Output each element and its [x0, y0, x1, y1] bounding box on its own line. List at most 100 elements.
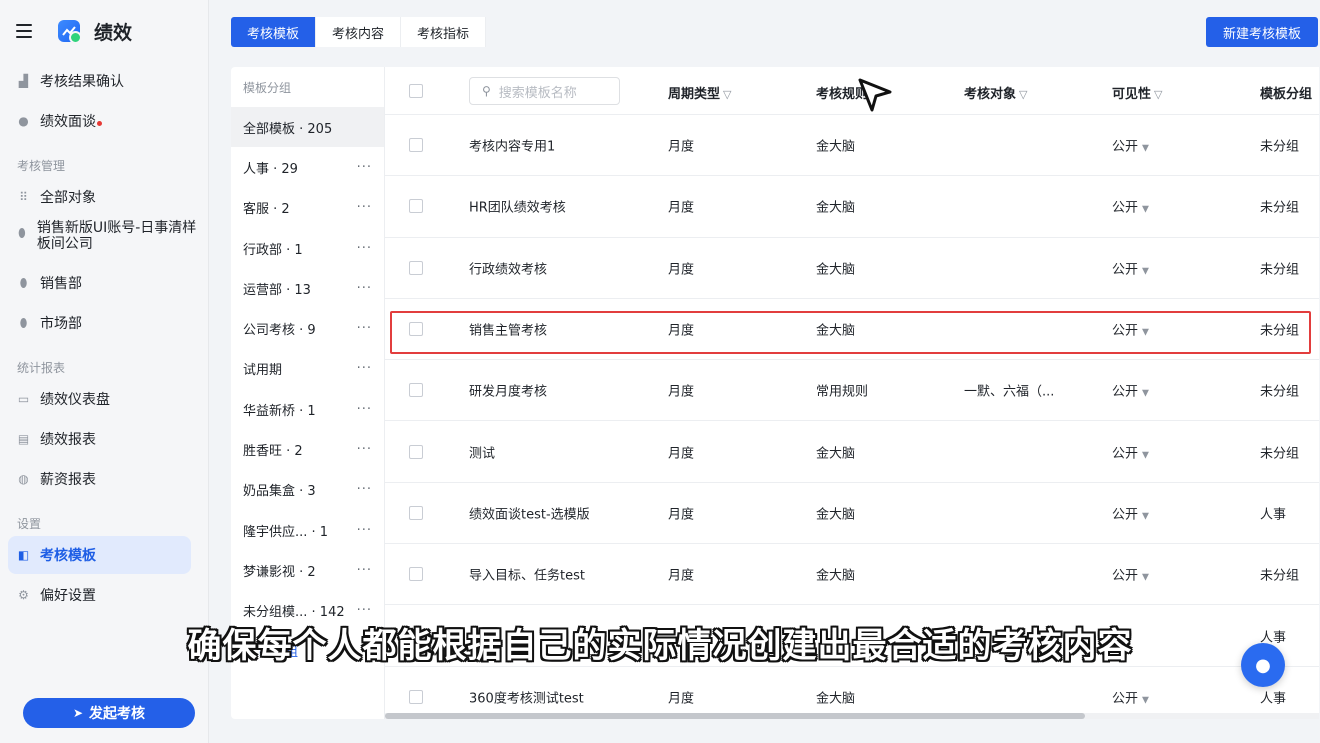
sidebar-item-label: 全部对象: [40, 190, 96, 206]
cell-visibility-text: 公开: [1112, 507, 1139, 523]
sidebar-item[interactable]: ◧ 考核模板: [8, 536, 191, 574]
group-item[interactable]: 华益新桥 · 1 ···: [231, 389, 384, 429]
select-all-checkbox[interactable]: [409, 84, 423, 98]
more-icon[interactable]: ···: [357, 361, 372, 376]
cell-group-text: 人事: [1260, 507, 1287, 523]
group-item[interactable]: 梦谦影视 · 2 ···: [231, 550, 384, 590]
sidebar-item-label: 销售部: [40, 276, 82, 292]
row-checkbox[interactable]: [409, 138, 423, 153]
group-item[interactable]: 行政部 · 1 ···: [231, 228, 384, 268]
cell-period-text: 月度: [668, 507, 695, 523]
group-item-label: 试用期: [243, 363, 283, 379]
more-icon[interactable]: ···: [357, 281, 372, 296]
tab-content[interactable]: 考核内容: [316, 17, 402, 47]
sidebar-item[interactable]: ▤ 绩效报表: [0, 420, 200, 458]
sidebar-item[interactable]: ▭ 绩效仪表盘: [0, 380, 200, 418]
more-icon[interactable]: ···: [357, 482, 372, 497]
sidebar-item-label: 绩效报表: [40, 432, 96, 448]
table-row[interactable]: 导入目标、任务test 月度 金大脑 公开 ▼ 未分组: [385, 544, 1319, 606]
assistant-fab[interactable]: ●: [1241, 643, 1285, 687]
table-row[interactable]: 测试 月度 金大脑 公开 ▼ 未分组: [385, 422, 1319, 483]
report-icon: ▤: [17, 432, 30, 446]
cell-visibility[interactable]: 公开 ▼: [1112, 136, 1149, 155]
group-item[interactable]: 公司考核 · 9 ···: [231, 308, 384, 348]
sidebar-item[interactable]: ⬮ 销售新版UI账号-日事清样板间公司: [0, 218, 200, 262]
sidebar-item[interactable]: ⚙ 偏好设置: [0, 576, 200, 614]
sidebar-item[interactable]: ⬮ 销售部: [0, 264, 200, 302]
more-icon[interactable]: ···: [357, 200, 372, 215]
cell-visibility[interactable]: 公开 ▼: [1112, 442, 1149, 461]
more-icon[interactable]: ···: [357, 563, 372, 578]
cell-period-text: 月度: [668, 446, 695, 462]
cell-visibility[interactable]: 公开 ▼: [1112, 565, 1149, 584]
column-visibility[interactable]: 可见性 ▽: [1112, 83, 1162, 102]
group-item[interactable]: 隆宇供应... · 1 ···: [231, 510, 384, 550]
sidebar-item[interactable]: ⠿ 全部对象: [0, 178, 200, 216]
cell-visibility[interactable]: 公开 ▼: [1112, 503, 1149, 522]
app-title: 绩效: [94, 21, 133, 44]
cell-group-text: 未分组: [1260, 200, 1300, 216]
more-icon[interactable]: ···: [357, 241, 372, 256]
cell-rule: 金大脑: [816, 258, 855, 277]
column-period[interactable]: 周期类型 ▽: [668, 83, 731, 102]
more-icon[interactable]: ···: [357, 402, 372, 417]
row-checkbox[interactable]: [409, 199, 423, 214]
more-icon[interactable]: ···: [357, 442, 372, 457]
table-row[interactable]: 绩效面谈test-选模版 月度 金大脑 公开 ▼ 人事: [385, 483, 1319, 545]
cell-period-text: 月度: [668, 384, 695, 400]
row-checkbox[interactable]: [409, 505, 423, 520]
cell-period: 月度: [668, 503, 694, 522]
sidebar-item[interactable]: ▟ 考核结果确认: [0, 62, 200, 100]
cell-name: 研发月度考核: [469, 381, 547, 400]
new-template-button[interactable]: 新建考核模板: [1206, 17, 1318, 47]
sidebar-item[interactable]: ● 绩效面谈: [0, 102, 200, 140]
cell-rule: 金大脑: [816, 503, 855, 522]
cell-visibility[interactable]: 公开 ▼: [1112, 687, 1149, 706]
column-target[interactable]: 考核对象 ▽: [964, 83, 1027, 102]
sidebar-item[interactable]: ⬮ 市场部: [0, 304, 200, 342]
sidebar-section-label: 设置: [17, 516, 42, 531]
row-checkbox[interactable]: [409, 260, 423, 275]
more-icon[interactable]: ···: [357, 603, 372, 618]
group-item[interactable]: 客服 · 2 ···: [231, 188, 384, 228]
scrollbar-thumb[interactable]: [385, 713, 1085, 719]
cell-rule: 常用规则: [816, 381, 868, 400]
cell-visibility[interactable]: 公开 ▼: [1112, 258, 1149, 277]
group-item[interactable]: 奶品集盒 · 3 ···: [231, 470, 384, 510]
column-group[interactable]: 模板分组: [1260, 83, 1312, 102]
table-row[interactable]: 360度考核测试test 月度 金大脑 公开 ▼ 人事: [385, 667, 1319, 719]
table-row[interactable]: 研发月度考核 月度 常用规则 一默、六福（... 公开 ▼ 未分组: [385, 360, 1319, 422]
cell-visibility[interactable]: 公开 ▼: [1112, 381, 1149, 400]
filter-icon[interactable]: ▽: [1154, 88, 1162, 101]
filter-icon[interactable]: ▽: [723, 88, 731, 101]
table-row[interactable]: HR团队绩效考核 月度 金大脑 公开 ▼ 未分组: [385, 176, 1319, 238]
menu-icon[interactable]: [16, 24, 32, 38]
group-item[interactable]: 试用期 ···: [231, 349, 384, 389]
search-input[interactable]: ⚲ 搜索模板名称: [469, 77, 620, 105]
cursor-icon: [858, 78, 894, 118]
shield-icon: ⬮: [18, 225, 26, 240]
group-item[interactable]: 全部模板 · 205: [231, 107, 384, 148]
group-item[interactable]: 胜香旺 · 2 ···: [231, 429, 384, 469]
sidebar-item[interactable]: ◍ 薪资报表: [0, 460, 200, 498]
filter-icon[interactable]: ▽: [1019, 88, 1027, 101]
horizontal-scrollbar[interactable]: [385, 713, 1319, 719]
row-checkbox[interactable]: [409, 383, 423, 398]
launch-review-button[interactable]: ➤ 发起考核: [23, 698, 195, 728]
more-icon[interactable]: ···: [357, 523, 372, 538]
group-item-label: 隆宇供应... · 1: [243, 524, 329, 540]
cell-name-text: 导入目标、任务test: [469, 568, 585, 584]
row-checkbox[interactable]: [409, 567, 423, 582]
more-icon[interactable]: ···: [357, 160, 372, 175]
cell-visibility[interactable]: 公开 ▼: [1112, 197, 1149, 216]
tab-indicators[interactable]: 考核指标: [401, 17, 487, 47]
tab-templates[interactable]: 考核模板: [231, 17, 317, 47]
row-checkbox[interactable]: [409, 689, 423, 704]
cell-name: 行政绩效考核: [469, 258, 547, 277]
table-row[interactable]: 考核内容专用1 月度 金大脑 公开 ▼ 未分组: [385, 115, 1319, 177]
more-icon[interactable]: ···: [357, 321, 372, 336]
group-item[interactable]: 运营部 · 13 ···: [231, 268, 384, 308]
row-checkbox[interactable]: [409, 444, 423, 459]
group-item[interactable]: 人事 · 29 ···: [231, 147, 384, 187]
table-row[interactable]: 行政绩效考核 月度 金大脑 公开 ▼ 未分组: [385, 238, 1319, 299]
